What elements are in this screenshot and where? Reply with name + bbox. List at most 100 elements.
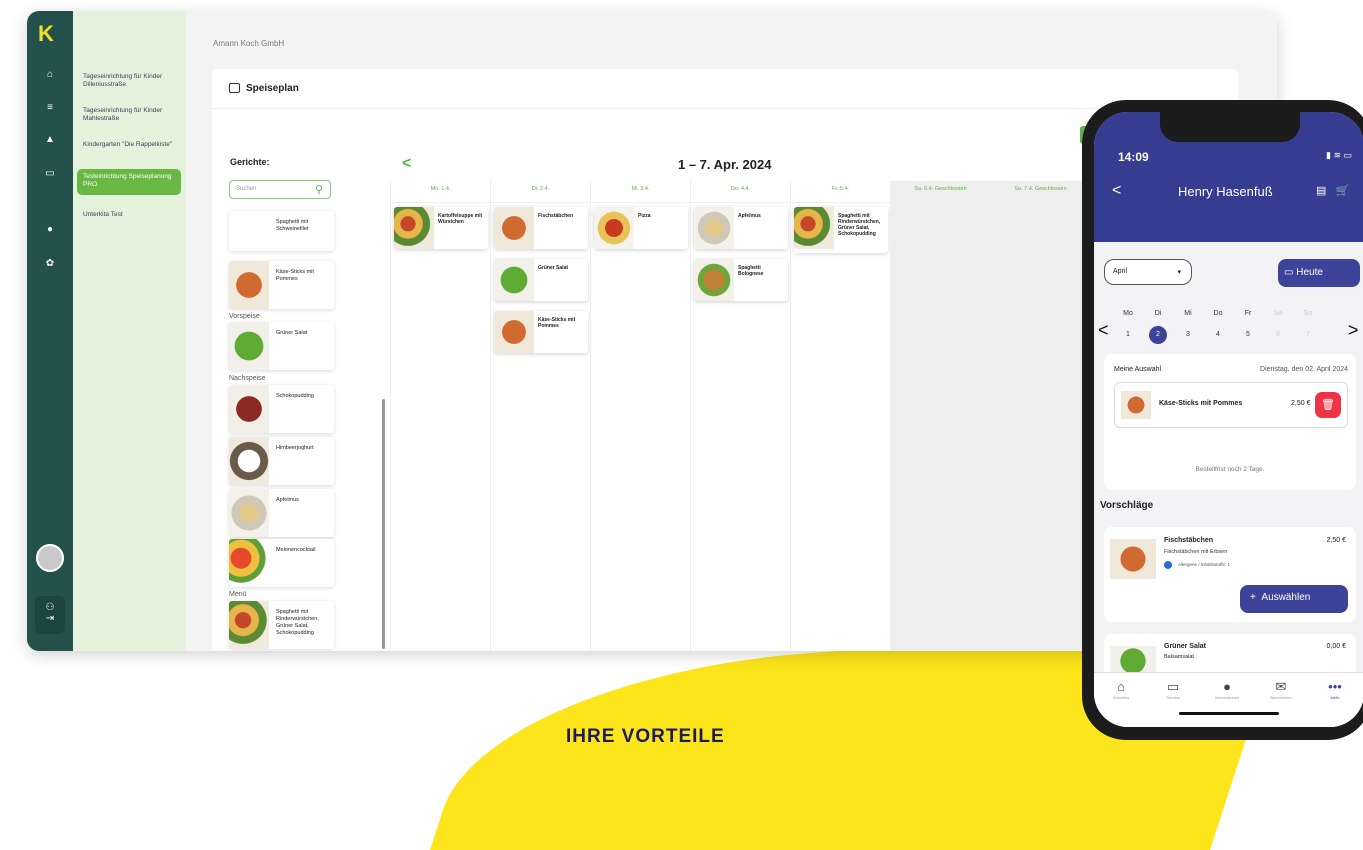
plan-item[interactable]: Kartoffelsuppe mit Würstchen [394,207,488,249]
list-icon[interactable]: ≡ [43,101,57,115]
status-time: 14:09 [1118,150,1149,164]
dish-image [229,261,269,309]
company-name: Amann Koch GmbH [213,39,285,48]
dish-item[interactable]: Spaghetti mit Schweinefilet [229,211,334,251]
search-input[interactable]: Suchen ⚲ [229,180,331,199]
meal-price: 2,50 € [1326,537,1346,544]
info-icon [1164,561,1172,569]
chevron-right-icon[interactable]: > [1348,320,1359,341]
users-icon[interactable]: ● [43,223,57,237]
dish-item[interactable]: Apfelmus [229,489,334,537]
date-button-selected[interactable]: 2 [1149,326,1167,344]
selected-meal: Käse-Sticks mit Pommes 2,50 € 🗑 [1114,382,1348,428]
gear-icon[interactable]: ✿ [43,257,57,271]
sidebar-item-unterkita[interactable]: Unterkita Test [83,211,179,219]
scrollbar[interactable] [382,399,385,649]
plan-item-name: Kartoffelsuppe mit Würstchen [438,213,483,225]
banner-heading: IHRE VORTEILE [566,726,725,747]
tab-mehr[interactable]: ••• Mehr [1312,679,1358,700]
receipt-icon[interactable]: ▤ [1316,185,1326,197]
tab-termine[interactable]: ▭ Termine [1150,679,1196,700]
signal-wifi-battery-icon: ▮ ≋ ▭ [1326,150,1352,160]
dish-image [229,489,269,537]
dish-name: Himbeerjoghurt [276,445,314,451]
month-value: April [1113,268,1128,275]
tab-nachrichten[interactable]: ✉ Nachrichten [1258,679,1304,700]
day-header: Fr. 5.4. [791,181,890,203]
tab-informationen[interactable]: ● Informationen [1204,679,1250,700]
tab-label: Mehr [1330,695,1340,700]
mail-icon: ✉ [1275,679,1287,694]
select-button[interactable]: + Auswählen [1240,585,1348,613]
dish-image [229,437,269,485]
chevron-left-icon[interactable]: < [402,155,411,173]
plan-item-name: Käse-Sticks mit Pommes [538,317,576,329]
date-button[interactable]: 4 [1209,326,1227,344]
meal-name: Grüner Salat [1164,643,1207,650]
plan-item[interactable]: Pizza [594,207,688,249]
home-icon[interactable]: ⌂ [43,68,57,82]
tab-aktuelles[interactable]: ⌂ Aktuelles [1098,679,1144,700]
allergens[interactable]: Allergene / Inhaltsstoffe: 1 [1164,561,1230,569]
day-header: Sa. 6.4. Geschlossen [891,181,990,203]
suggestions-heading: Vorschläge [1100,500,1154,511]
card-header: Speiseplan [212,69,1238,109]
delete-button[interactable]: 🗑 [1315,392,1341,418]
date-button[interactable]: 5 [1239,326,1257,344]
date-button[interactable]: 1 [1119,326,1137,344]
icon-rail: K ⌂ ≡ ▲ ▭ ● ✿ ⚇ ⇥ [27,11,73,651]
sidebar-item-rappelkiste[interactable]: Kindergarten "Die Rappelkiste" [83,141,179,149]
date-button[interactable]: 7 [1299,326,1317,344]
dish-item[interactable]: Käse-Sticks mit Pommes [229,261,334,309]
user-name: Henry Hasenfuß [1178,184,1273,199]
category-label: Vorspeise [229,313,260,320]
search-placeholder: Suchen [236,186,257,192]
avatar[interactable] [36,544,64,572]
meal-price: 2,50 € [1291,400,1311,407]
category-label: Menü [229,591,247,598]
plan-item-name: Fischstäbchen [538,213,574,219]
header-icons: ▤ 🛒 [1316,184,1349,197]
dish-name: Grüner Salat [276,330,308,336]
today-button[interactable]: ▭ Heute [1278,259,1360,287]
plan-item[interactable]: Spaghetti Bolognese [694,259,788,301]
order-deadline: Bestellfrist noch 2 Tage. [1195,466,1265,473]
info-icon: ● [1223,679,1231,694]
search-icon[interactable]: ⚲ [315,183,323,196]
logout-button[interactable]: ⚇ ⇥ [35,596,65,634]
day-header: Di. 2.4. [491,181,590,203]
calendar-icon[interactable]: ▭ [43,167,57,181]
month-select[interactable]: April ▾ [1104,259,1192,285]
plan-item[interactable]: Apfelmus [694,207,788,249]
phone-header: 14:09 ▮ ≋ ▭ < Henry Hasenfuß ▤ 🛒 [1094,112,1363,242]
dish-item[interactable]: Melonencocktail [229,539,334,587]
dish-item[interactable]: Himbeerjoghurt [229,437,334,485]
warning-icon[interactable]: ▲ [43,133,57,147]
weekday-label: Sa [1273,310,1283,317]
sidebar-item-testeinrichtung[interactable]: Testeinrichtung Speiseplanung PRO [77,169,181,195]
dish-name: Spaghetti mit Rinderwürstchen, Grüner Sa… [276,609,319,636]
dish-item[interactable]: Spaghetti mit Rinderwürstchen, Grüner Sa… [229,601,334,649]
allergen-text: Allergene / Inhaltsstoffe: 1 [1178,562,1230,568]
category-label: Nachspeise [229,375,266,382]
plan-item[interactable]: Grüner Salat [494,259,588,301]
weekday-label: Fr [1244,310,1252,317]
back-icon[interactable]: < [1112,182,1121,200]
chevron-left-icon[interactable]: < [1098,320,1109,341]
dish-image [694,259,734,301]
dish-item[interactable]: Schokopudding [229,385,334,433]
day-header: Do. 4.4. [691,181,790,203]
sidebar-item-mahlestrasse[interactable]: Tageseinrichtung für Kinder Mahlestraße [83,107,179,123]
plan-item[interactable]: Spaghetti mit Rinderwürstchen, Grüner Sa… [794,207,888,253]
chevron-down-icon: ▾ [1177,269,1181,276]
tab-label: Nachrichten [1270,695,1292,700]
date-button[interactable]: 6 [1269,326,1287,344]
cart-icon[interactable]: 🛒 [1336,185,1350,197]
dish-item[interactable]: Grüner Salat [229,322,334,370]
sidebar-item-dilleniusstrasse[interactable]: Tageseinrichtung für Kinder Dillenius­st… [83,73,179,89]
day-header: So. 7.4. Geschlossen [991,181,1090,203]
date-button[interactable]: 3 [1179,326,1197,344]
plan-item[interactable]: Fischstäbchen [494,207,588,249]
plan-item-name: Grüner Salat [538,265,569,271]
plan-item[interactable]: Käse-Sticks mit Pommes [494,311,588,353]
